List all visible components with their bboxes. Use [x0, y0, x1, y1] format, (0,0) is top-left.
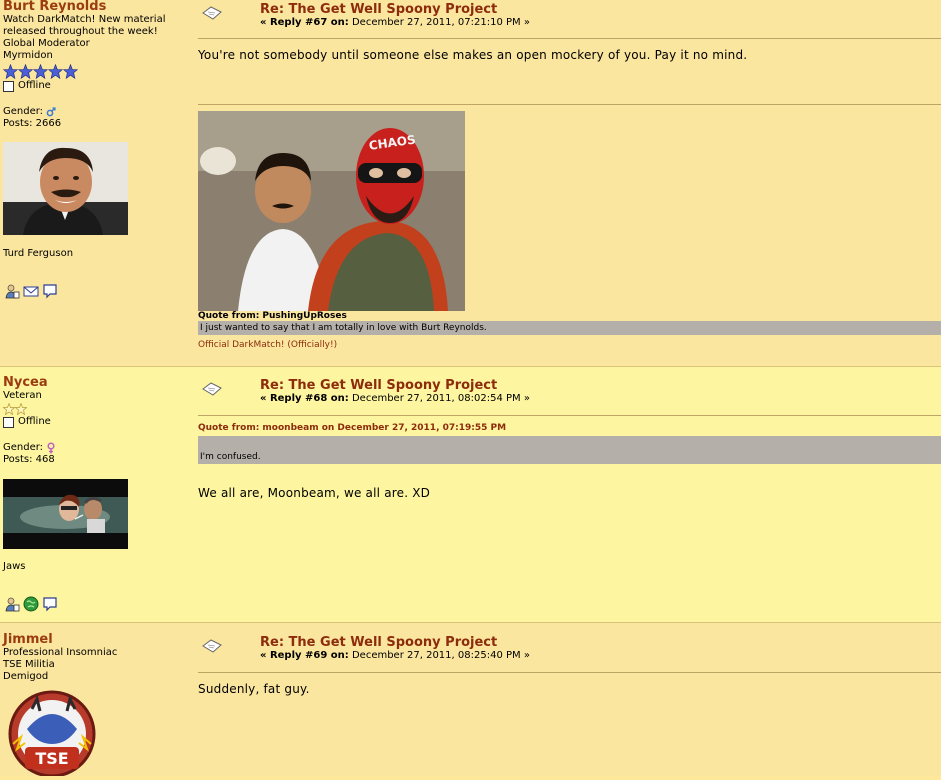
- reply-number: « Reply #68 on:: [260, 393, 349, 404]
- post-68: Nycea Veteran Offline Gender: Posts: 468: [0, 366, 941, 622]
- post-count: Posts: 468: [3, 454, 55, 465]
- post-subject-link[interactable]: Re: The Get Well Spoony Project: [260, 378, 497, 393]
- quote-header: Quote from: PushingUpRoses: [198, 311, 347, 321]
- custom-title: Professional Insomniac: [3, 647, 118, 658]
- status-text: Offline: [18, 416, 51, 427]
- poster-info: Burt Reynolds Watch DarkMatch! New mater…: [3, 0, 193, 130]
- rank-stars: [3, 403, 193, 415]
- post-date: December 27, 2011, 08:25:40 PM »: [351, 650, 530, 661]
- quote-text: I'm confused.: [200, 452, 261, 462]
- pm-icon[interactable]: [42, 283, 58, 299]
- poster-name-link[interactable]: Jimmel: [3, 633, 193, 647]
- member-group: Demigod: [3, 671, 49, 682]
- post-body: Re: The Get Well Spoony Project « Reply …: [198, 367, 941, 500]
- male-icon: [46, 107, 56, 117]
- gender-label: Gender:: [3, 106, 44, 117]
- personal-text: Turd Ferguson: [3, 248, 74, 259]
- status-text: Offline: [18, 80, 51, 91]
- star-icon: [18, 64, 33, 79]
- post-text: We all are, Moonbeam, we all are. XD: [198, 486, 431, 500]
- post-body: Re: The Get Well Spoony Project « Reply …: [198, 0, 941, 350]
- message-icon: [202, 6, 222, 20]
- post-text: You're not somebody until someone else m…: [198, 48, 748, 62]
- online-status: Offline: [3, 416, 193, 428]
- profile-icon[interactable]: [4, 596, 20, 612]
- signature: CHAOS Quote from: PushingUpRoses I just …: [198, 104, 941, 350]
- poster-name-link[interactable]: Burt Reynolds: [3, 0, 193, 14]
- signature-link[interactable]: Official DarkMatch! (Officially!): [198, 340, 941, 350]
- website-icon[interactable]: [23, 596, 39, 612]
- member-group: Veteran: [3, 390, 42, 401]
- gender-label: Gender:: [3, 442, 44, 453]
- quote-box: I just wanted to say that I am totally i…: [198, 321, 941, 335]
- post-date: December 27, 2011, 07:21:10 PM »: [351, 17, 530, 28]
- online-status: Offline: [3, 80, 193, 92]
- pm-icon[interactable]: [42, 596, 58, 612]
- quote-box: I'm confused.: [198, 436, 941, 464]
- post-body: Re: The Get Well Spoony Project « Reply …: [198, 623, 941, 696]
- poster-actions: [4, 283, 58, 299]
- poster-actions: [4, 596, 58, 612]
- star-icon: [3, 64, 18, 79]
- custom-title: TSE Militia: [3, 659, 55, 670]
- custom-title: released throughout the week!: [3, 26, 158, 37]
- reply-info: « Reply #67 on: December 27, 2011, 07:21…: [260, 17, 530, 28]
- message-icon: [202, 639, 222, 653]
- custom-title: Watch DarkMatch! New material: [3, 14, 166, 25]
- rank-stars: [3, 64, 193, 79]
- post-67: Burt Reynolds Watch DarkMatch! New mater…: [0, 0, 941, 365]
- post-subject-link[interactable]: Re: The Get Well Spoony Project: [260, 635, 497, 650]
- message-icon: [202, 382, 222, 396]
- post-date: December 27, 2011, 08:02:54 PM »: [351, 393, 530, 404]
- post-69: Jimmel Professional Insomniac TSE Militi…: [0, 622, 941, 778]
- poster-name-link[interactable]: Nycea: [3, 376, 193, 390]
- star-icon: [33, 64, 48, 79]
- post-subject-link[interactable]: Re: The Get Well Spoony Project: [260, 2, 497, 17]
- poster-info: Nycea Veteran Offline Gender: Posts: 468: [3, 376, 193, 466]
- personal-text: Jaws: [3, 561, 26, 572]
- post-count: Posts: 2666: [3, 118, 62, 129]
- avatar: [3, 142, 128, 239]
- offline-icon: [3, 416, 14, 428]
- star-icon: [15, 403, 27, 415]
- avatar: [3, 479, 128, 553]
- female-icon: [47, 442, 55, 454]
- poster-info: Jimmel Professional Insomniac TSE Militi…: [3, 633, 193, 683]
- post-group: Myrmidon: [3, 50, 53, 61]
- gender: Gender:: [3, 106, 193, 118]
- star-icon: [63, 64, 78, 79]
- post-header: Re: The Get Well Spoony Project « Reply …: [198, 367, 941, 416]
- offline-icon: [3, 80, 14, 92]
- star-icon: [3, 403, 15, 415]
- reply-info: « Reply #69 on: December 27, 2011, 08:25…: [260, 650, 530, 661]
- post-text: Suddenly, fat guy.: [198, 682, 310, 696]
- reply-number: « Reply #69 on:: [260, 650, 349, 661]
- email-icon[interactable]: [23, 283, 39, 299]
- post-header: Re: The Get Well Spoony Project « Reply …: [198, 623, 941, 673]
- reply-number: « Reply #67 on:: [260, 17, 349, 28]
- avatar: TSE: [7, 689, 97, 780]
- signature-image: CHAOS: [198, 111, 465, 311]
- avatar-text: TSE: [35, 749, 68, 768]
- post-header: Re: The Get Well Spoony Project « Reply …: [198, 0, 941, 39]
- member-group: Global Moderator: [3, 38, 90, 49]
- reply-info: « Reply #68 on: December 27, 2011, 08:02…: [260, 393, 530, 404]
- gender: Gender:: [3, 442, 193, 454]
- quote-header-link[interactable]: Quote from: moonbeam on December 27, 201…: [198, 423, 941, 433]
- profile-icon[interactable]: [4, 283, 20, 299]
- star-icon: [48, 64, 63, 79]
